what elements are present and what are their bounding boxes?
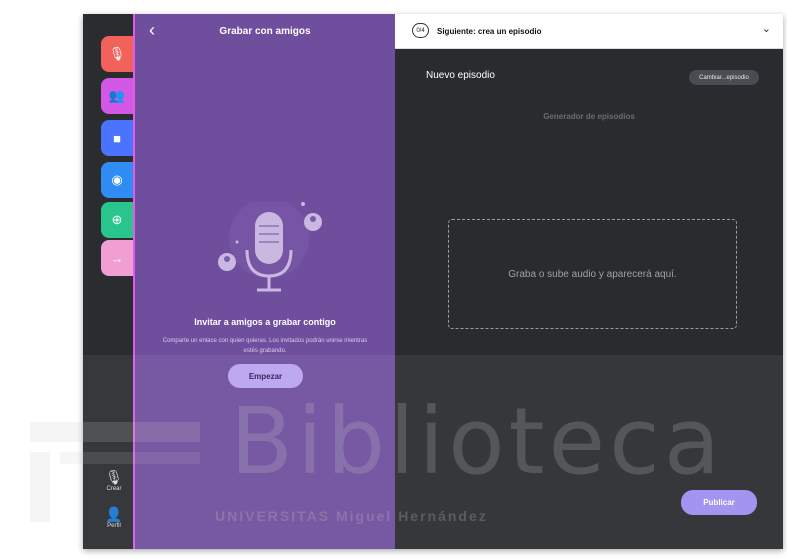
episode-title: Nuevo episodio <box>426 70 495 81</box>
left-panel-header: ‹ Grabar con amigos <box>135 14 395 48</box>
library-logo-watermark <box>30 422 200 522</box>
episode-generator-label: Generador de episodios <box>543 112 635 121</box>
mic-icon: 🎙 <box>108 46 126 61</box>
watermark-subtitle: UNIVERSITAS Miguel Hernández <box>215 508 488 524</box>
start-button[interactable]: Empezar <box>228 364 303 388</box>
rail-tab-mic[interactable]: 🎙 <box>101 36 133 72</box>
step-progress-badge: 0/4 <box>412 23 429 38</box>
change-episode-button[interactable]: Cambiar...episodio <box>689 70 759 85</box>
microphone-illustration-icon <box>218 202 322 292</box>
rail-tab-folder[interactable]: ■ <box>101 120 133 156</box>
rail-tab-next[interactable]: → <box>101 240 133 276</box>
back-chevron-icon[interactable]: ‹ <box>149 20 155 41</box>
rail-tab-spotify[interactable]: ◉ <box>101 162 133 198</box>
next-step-text: Siguiente: crea un episodio <box>437 26 542 36</box>
drop-zone-text: Graba o sube audio y aparecerá aquí. <box>508 268 677 280</box>
audio-drop-zone[interactable]: Graba o sube audio y aparecerá aquí. <box>448 219 737 329</box>
invite-description: Comparte un enlace con quien quieras. Lo… <box>162 338 368 354</box>
rail-tab-add[interactable]: ⊕ <box>101 202 133 238</box>
watermark-title: Biblioteca <box>230 388 725 495</box>
add-circle-icon: ⊕ <box>111 212 123 227</box>
next-step-bar[interactable]: 0/4 Siguiente: crea un episodio ⌄ <box>395 14 783 49</box>
chevron-down-icon[interactable]: ⌄ <box>762 22 771 35</box>
arrow-right-icon: → <box>110 250 124 266</box>
spotify-icon: ◉ <box>111 172 123 187</box>
rail-tab-people[interactable]: 👥 <box>101 78 133 114</box>
folder-icon: ■ <box>113 130 121 146</box>
invite-title: Invitar a amigos a grabar contigo <box>194 317 336 327</box>
people-icon: 👥 <box>108 88 126 103</box>
left-panel-title: Grabar con amigos <box>219 25 311 37</box>
